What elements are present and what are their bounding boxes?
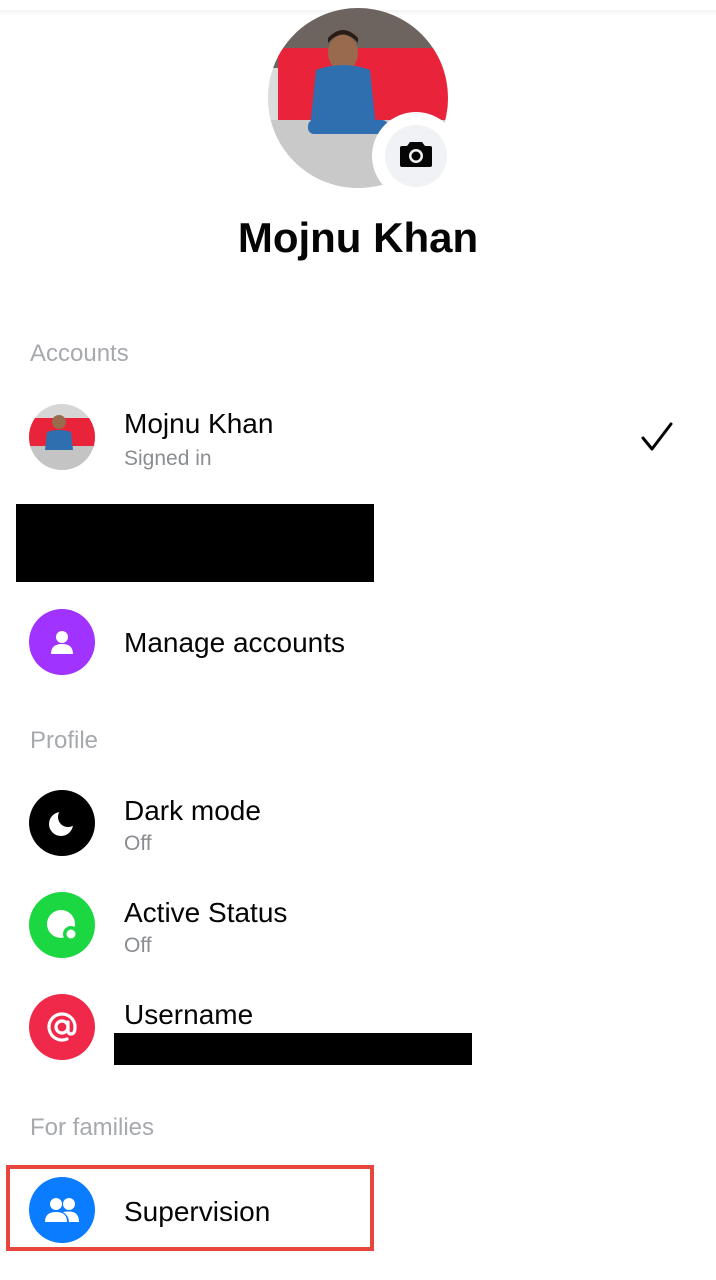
redacted-account — [16, 504, 374, 582]
dark-mode-label: Dark mode — [124, 795, 261, 826]
account-name: Mojnu Khan — [124, 408, 274, 439]
manage-accounts-label: Manage accounts — [124, 627, 346, 658]
profile-name: Mojnu Khan — [237, 214, 479, 261]
moon-icon — [29, 790, 95, 856]
active-status-value: Off — [124, 934, 152, 957]
person-icon — [29, 609, 95, 675]
active-status-icon — [29, 892, 95, 958]
dark-mode-value: Off — [124, 832, 152, 855]
account-avatar — [29, 404, 95, 470]
highlight-box — [6, 1165, 374, 1251]
manage-accounts-button[interactable]: Manage accounts — [0, 597, 716, 687]
account-row-current[interactable]: Mojnu Khan Signed in — [0, 392, 716, 482]
checkmark-icon — [640, 420, 674, 459]
redacted-username — [114, 1033, 472, 1065]
change-photo-button[interactable] — [372, 112, 460, 200]
at-icon — [29, 994, 95, 1060]
section-header-families: For families — [30, 1114, 155, 1141]
username-label: Username — [124, 999, 254, 1030]
account-status: Signed in — [124, 447, 212, 470]
section-header-profile: Profile — [30, 727, 99, 754]
active-status-label: Active Status — [124, 897, 288, 928]
active-status-row[interactable]: Active Status Off — [0, 881, 716, 971]
camera-icon — [399, 140, 433, 173]
dark-mode-row[interactable]: Dark mode Off — [0, 779, 716, 869]
section-header-accounts: Accounts — [30, 340, 129, 367]
